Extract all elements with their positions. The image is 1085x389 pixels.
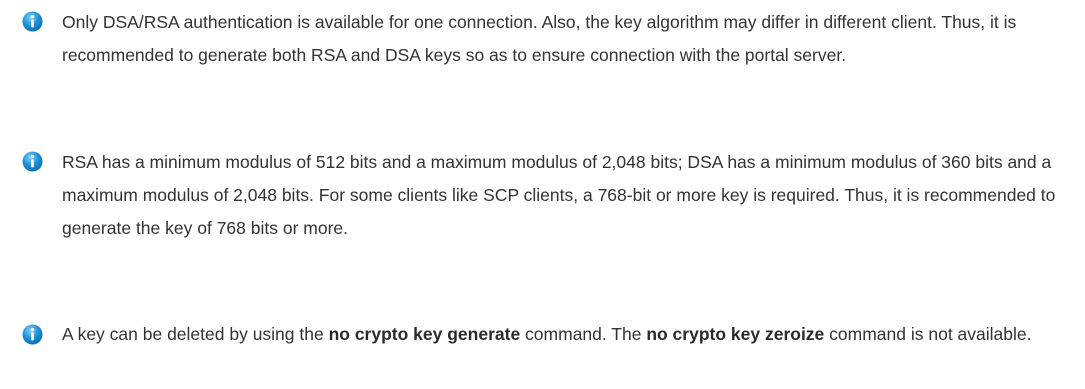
- info-icon: [22, 324, 43, 345]
- note-text-part: command is not available.: [824, 324, 1032, 344]
- info-icon: [22, 151, 43, 172]
- note-text: RSA has a minimum modulus of 512 bits an…: [62, 152, 1056, 238]
- note-text-part: A key can be deleted by using the: [62, 324, 329, 344]
- note-text-part: command. The: [520, 324, 647, 344]
- command-no-crypto-key-generate: no crypto key generate: [328, 324, 521, 344]
- note-text: Only DSA/RSA authentication is available…: [62, 12, 1017, 65]
- info-icon: [22, 11, 43, 32]
- note-text: A key can be deleted by using the no cry…: [62, 318, 1077, 351]
- command-no-crypto-key-zeroize: no crypto key zeroize: [646, 324, 825, 344]
